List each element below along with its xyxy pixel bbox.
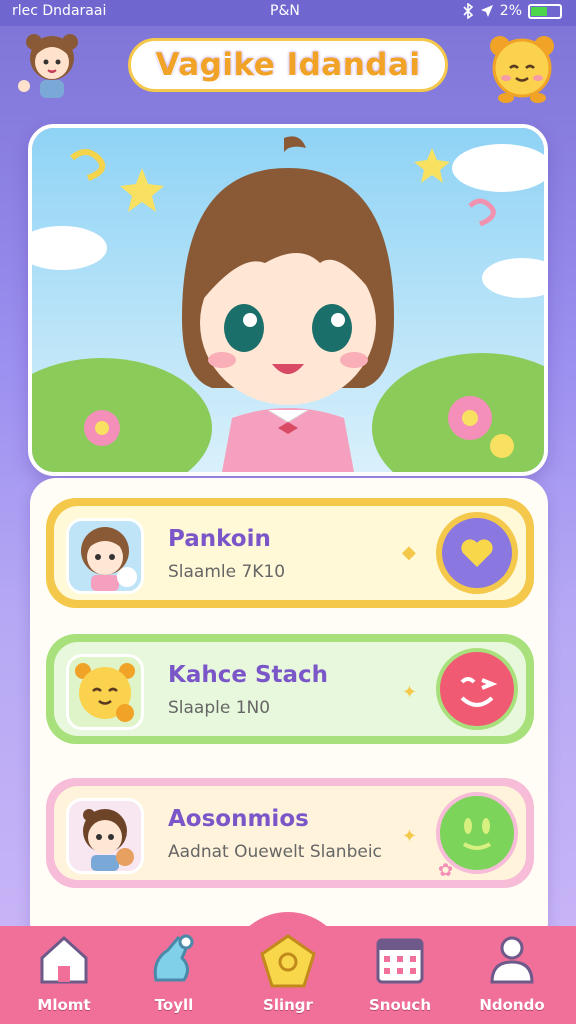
nav-item-home[interactable]: Mlomt xyxy=(14,932,114,1022)
calendar-icon xyxy=(376,938,424,984)
status-bar: rlec Dndaraai P&N 2% xyxy=(0,0,576,26)
clock: P&N xyxy=(270,3,300,19)
heart-icon xyxy=(442,518,512,588)
nav-label: Mlomt xyxy=(37,996,91,1014)
nav-item-toy[interactable]: Toyll xyxy=(124,932,224,1022)
card-subtitle: Slaamle 7K10 xyxy=(168,562,286,582)
sparkle-icon: ✦ xyxy=(402,826,418,847)
nav-item-profile[interactable]: Ndondo xyxy=(462,932,562,1022)
toy-icon xyxy=(153,934,194,982)
card-subtitle: Aadnat Ouewelt Slanbeic xyxy=(168,842,382,862)
nav-item-center[interactable]: Slingr xyxy=(238,932,338,1022)
battery-percent: 2% xyxy=(499,3,522,19)
card-title: Pankoin xyxy=(168,526,271,552)
avatar xyxy=(66,654,144,730)
sparkle-icon: ✦ xyxy=(402,682,418,703)
smile-button[interactable] xyxy=(436,792,518,874)
card-title: Aosonmios xyxy=(168,806,309,832)
hero-illustration xyxy=(28,124,548,476)
nav-label: Snouch xyxy=(368,996,432,1014)
nav-label: Ndondo xyxy=(479,996,545,1014)
bluetooth-icon xyxy=(463,3,473,19)
nav-label: Toyll xyxy=(154,996,194,1014)
nav-item-calendar[interactable]: Snouch xyxy=(350,932,450,1022)
smile-face-icon xyxy=(462,818,492,850)
bear-mascot-icon xyxy=(486,34,558,104)
list-item[interactable]: Pankoin Slaamle 7K10 ◆ xyxy=(46,498,534,608)
list-item[interactable]: Kahce Stach Slaaple 1N0 ✦ xyxy=(46,634,534,744)
sparkle-icon: ◆ xyxy=(402,542,416,563)
wink-face-icon xyxy=(460,677,498,707)
nav-label: Slingr xyxy=(263,996,313,1014)
location-icon xyxy=(480,5,493,17)
avatar xyxy=(66,518,144,594)
battery-icon xyxy=(528,3,562,19)
list-item[interactable]: Aosonmios Aadnat Ouewelt Slanbeic ✦ ✿ xyxy=(46,778,534,888)
pentagon-icon xyxy=(260,934,316,988)
card-subtitle: Slaaple 1N0 xyxy=(168,698,271,718)
avatar xyxy=(66,798,144,874)
carrier-text: rlec Dndaraai xyxy=(12,3,107,19)
home-icon xyxy=(40,935,88,984)
favorite-button[interactable] xyxy=(436,512,518,594)
girl-mascot-icon xyxy=(18,30,86,102)
person-icon xyxy=(490,936,534,984)
app-title: Vagike Idandai xyxy=(128,38,448,92)
card-title: Kahce Stach xyxy=(168,662,329,688)
wink-button[interactable] xyxy=(436,648,518,730)
